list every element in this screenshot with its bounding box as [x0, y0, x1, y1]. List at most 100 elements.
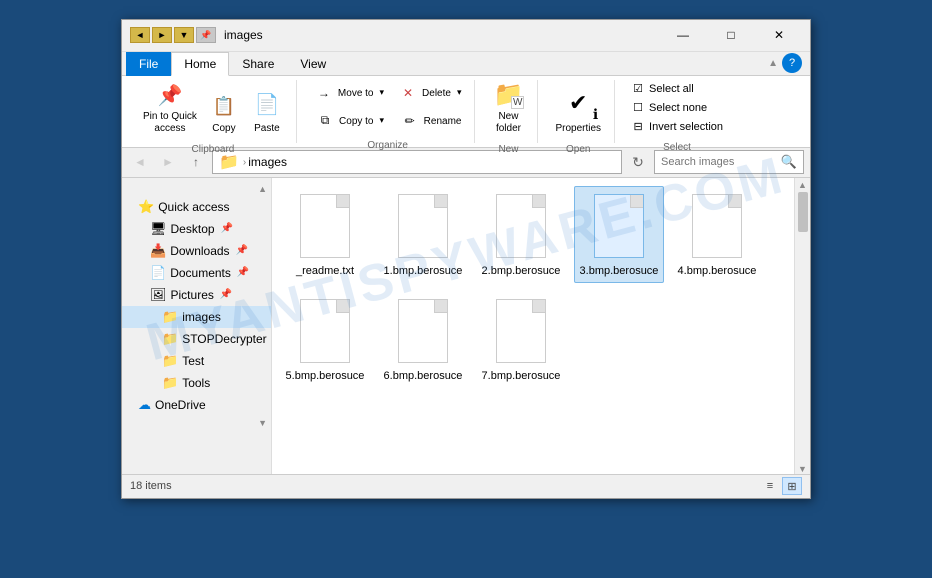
file-paper-6bmp	[398, 299, 448, 363]
select-none-button[interactable]: ☐ Select none	[627, 99, 727, 117]
window-title: images	[224, 28, 660, 42]
scroll-up-icon[interactable]: ▲	[798, 180, 807, 190]
copy-button[interactable]: 📋 Copy	[206, 86, 242, 138]
sidebar-item-pictures-label: Pictures	[171, 288, 214, 302]
minimize-button[interactable]: —	[660, 21, 706, 49]
scroll-down-icon[interactable]: ▼	[798, 464, 807, 474]
tab-view[interactable]: View	[287, 52, 339, 76]
copy-to-button[interactable]: ⧉ Copy to ▾	[309, 108, 389, 134]
sidebar-item-desktop[interactable]: 🖥 Desktop 📌	[122, 218, 271, 240]
invert-icon: ⊟	[631, 120, 645, 134]
properties-button[interactable]: ✔ ℹ Properties	[550, 80, 606, 138]
back-button[interactable]: ◄	[128, 150, 152, 174]
select-all-button[interactable]: ☑ Select all	[627, 80, 727, 98]
file-icon-6bmp	[393, 296, 453, 366]
delete-button[interactable]: ✕ Delete ▾	[393, 80, 466, 106]
recent-icon[interactable]: ▼	[174, 27, 194, 43]
delete-rename-group: ✕ Delete ▾ ✏ Rename	[393, 80, 466, 134]
scrollbar[interactable]: ▲ ▼	[794, 178, 810, 474]
file-item-4bmp[interactable]: 4.bmp.berosuce	[672, 186, 762, 283]
close-button[interactable]: ✕	[756, 21, 802, 49]
file-paper-4bmp	[692, 194, 742, 258]
pin-to-quick-access-button[interactable]: 📌 Pin to Quickaccess	[138, 80, 202, 138]
search-input[interactable]	[661, 156, 777, 168]
new-items: 📁 W Newfolder	[487, 80, 529, 142]
test-folder-icon: 📁	[162, 353, 178, 369]
sidebar-scroll-up-icon[interactable]: ▲	[258, 184, 267, 194]
sidebar-item-downloads[interactable]: 📥 Downloads 📌	[122, 240, 271, 262]
help-button[interactable]: ?	[782, 53, 802, 73]
rename-button[interactable]: ✏ Rename	[393, 108, 466, 134]
invert-selection-label: Invert selection	[649, 121, 723, 133]
sidebar-scroll-down-icon[interactable]: ▼	[258, 418, 267, 428]
delete-icon: ✕	[398, 83, 418, 103]
pictures-icon: 🖼	[150, 287, 167, 303]
tab-share[interactable]: Share	[229, 52, 287, 76]
file-icon-1bmp	[393, 191, 453, 261]
move-to-button[interactable]: → Move to ▾	[309, 80, 389, 106]
large-icons-view-button[interactable]: ⊞	[782, 477, 802, 495]
file-paper-3bmp	[594, 194, 644, 258]
sidebar-item-test-label: Test	[182, 354, 204, 368]
new-folder-icon: 📁 W	[492, 80, 524, 109]
breadcrumb-arrow: ›	[243, 157, 246, 168]
search-box[interactable]: 🔍	[654, 150, 804, 174]
downloads-pin-icon: 📌	[236, 245, 248, 256]
file-item-6bmp[interactable]: 6.bmp.berosuce	[378, 291, 468, 388]
clipboard-label: Clipboard	[192, 142, 235, 155]
sidebar-item-downloads-label: Downloads	[170, 244, 229, 258]
sidebar-item-images[interactable]: 📁 images	[122, 306, 271, 328]
sidebar-item-onedrive[interactable]: ☁ OneDrive	[122, 394, 271, 416]
address-box[interactable]: 📁 › images	[212, 150, 622, 174]
tab-file[interactable]: File	[126, 52, 171, 76]
ribbon-tabs: File Home Share View ▲ ?	[122, 52, 810, 75]
file-icon-readme	[295, 191, 355, 261]
file-item-readme[interactable]: _readme.txt	[280, 186, 370, 283]
file-icon-2bmp	[491, 191, 551, 261]
scroll-thumb[interactable]	[798, 192, 808, 232]
sidebar-item-test[interactable]: 📁 Test	[122, 350, 271, 372]
sidebar-scroll-bottom: ▼	[122, 416, 271, 430]
copy-paste-group: 📋 Copy	[206, 86, 242, 138]
file-item-2bmp[interactable]: 2.bmp.berosuce	[476, 186, 566, 283]
refresh-button[interactable]: ↻	[626, 150, 650, 174]
sidebar-item-pictures[interactable]: 🖼 Pictures 📌	[122, 284, 271, 306]
ribbon-group-clipboard: 📌 Pin to Quickaccess 📋 Copy 📄 Paste	[130, 80, 297, 143]
ribbon-group-new: 📁 W Newfolder New	[479, 80, 538, 143]
file-name-3bmp: 3.bmp.berosuce	[580, 265, 659, 278]
pin-titlebar-icon[interactable]: 📌	[196, 27, 216, 43]
back-icon[interactable]: ◄	[130, 27, 150, 43]
breadcrumb-current[interactable]: images	[248, 155, 287, 169]
file-icon-4bmp	[687, 191, 747, 261]
sidebar-item-quick-access[interactable]: ⭐ Quick access	[122, 196, 271, 218]
file-icon-7bmp	[491, 296, 551, 366]
info-overlay-icon: ℹ	[593, 106, 598, 123]
forward-button[interactable]: ►	[156, 150, 180, 174]
sidebar-item-documents[interactable]: 📄 Documents 📌	[122, 262, 271, 284]
sidebar-item-tools[interactable]: 📁 Tools	[122, 372, 271, 394]
new-folder-button[interactable]: 📁 W Newfolder	[487, 80, 529, 138]
sidebar-item-documents-label: Documents	[170, 266, 231, 280]
file-item-3bmp[interactable]: 3.bmp.berosuce	[574, 186, 664, 283]
tab-home[interactable]: Home	[171, 52, 229, 76]
scroll-track	[798, 190, 808, 464]
sidebar-item-stopdecrypter[interactable]: 📁 STOPDecrypter	[122, 328, 271, 350]
onedrive-icon: ☁	[138, 397, 151, 413]
pin-icon: 📌	[154, 83, 186, 109]
paste-button[interactable]: 📄 Paste	[246, 80, 288, 138]
move-copy-group: → Move to ▾ ⧉ Copy to ▾	[309, 80, 389, 134]
details-view-button[interactable]: ≡	[760, 477, 780, 495]
invert-selection-button[interactable]: ⊟ Invert selection	[627, 118, 727, 136]
new-folder-label: Newfolder	[496, 111, 521, 135]
forward-icon[interactable]: ►	[152, 27, 172, 43]
move-dropdown-icon: ▾	[380, 87, 385, 98]
properties-icon: ✔ ℹ	[560, 85, 596, 121]
file-item-7bmp[interactable]: 7.bmp.berosuce	[476, 291, 566, 388]
maximize-button[interactable]: □	[708, 21, 754, 49]
ribbon-expand-icon[interactable]: ▲	[768, 58, 778, 69]
file-item-5bmp[interactable]: 5.bmp.berosuce	[280, 291, 370, 388]
file-item-1bmp[interactable]: 1.bmp.berosuce	[378, 186, 468, 283]
file-icon-3bmp	[589, 191, 649, 261]
main-area: ▲ ⭐ Quick access 🖥 Desktop 📌 📥 Downloads…	[122, 178, 810, 474]
paste-label: Paste	[254, 123, 280, 135]
